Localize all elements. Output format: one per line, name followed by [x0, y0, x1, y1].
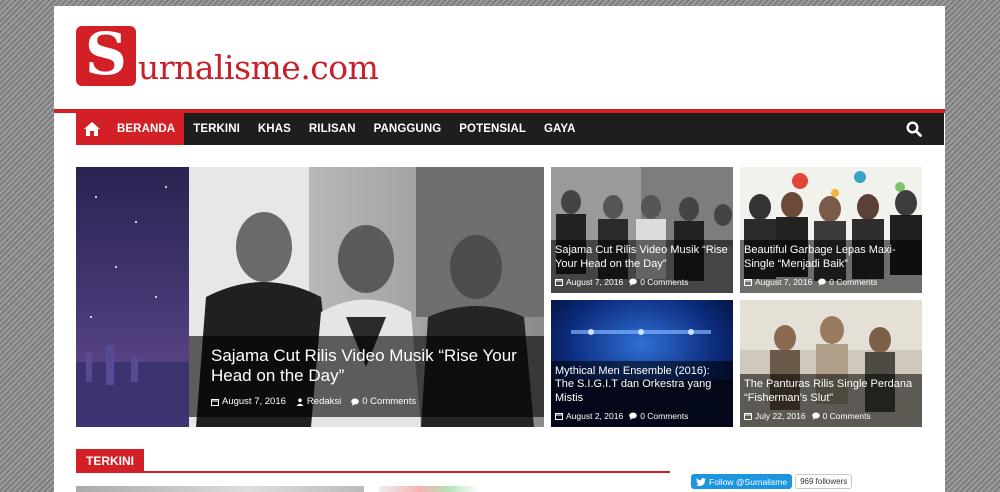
calendar-icon: [211, 398, 219, 406]
featured-side-1-caption: Sajama Cut Rilis Video Musik “Rise Your …: [551, 240, 733, 293]
featured-side-2[interactable]: Beautiful Garbage Lepas Maxi-Single “Men…: [740, 167, 922, 293]
nav-item-panggung[interactable]: PANGGUNG: [365, 113, 451, 145]
search-icon: [906, 121, 922, 137]
post-comments[interactable]: 0 Comments: [629, 411, 688, 421]
site-logo[interactable]: S urnalisme.com: [76, 20, 379, 88]
logo-letter: S: [85, 20, 127, 88]
comment-icon: [818, 278, 826, 286]
logo-mark: S: [76, 20, 136, 88]
featured-main-caption: Sajama Cut Rilis Video Musik “Rise Your …: [189, 336, 544, 417]
featured-side-4-title[interactable]: The Panturas Rilis Single Perdana “Fishe…: [744, 378, 918, 405]
featured-side-3-caption: Mythical Men Ensemble (2016): The S.I.G.…: [551, 360, 733, 427]
comment-icon: [811, 412, 820, 420]
featured-side-1[interactable]: Sajama Cut Rilis Video Musik “Rise Your …: [551, 167, 733, 293]
post-date[interactable]: July 22, 2016: [744, 411, 806, 421]
twitter-follow-button[interactable]: Follow @Surnalisme: [691, 474, 793, 489]
post-date[interactable]: August 7, 2016: [744, 277, 812, 287]
featured-side-3[interactable]: Mythical Men Ensemble (2016): The S.I.G.…: [551, 300, 733, 427]
main-nav: BERANDA TERKINI KHAS RILISAN PANGGUNG PO…: [76, 113, 944, 145]
post-comments[interactable]: 0 Comments: [351, 396, 416, 407]
featured-side-4[interactable]: The Panturas Rilis Single Perdana “Fishe…: [740, 300, 922, 427]
featured-side-3-meta: August 2, 2016 0 Comments: [555, 411, 729, 421]
post-comments[interactable]: 0 Comments: [811, 411, 871, 421]
logo-text: urnalisme.com: [138, 48, 379, 87]
search-button[interactable]: [904, 119, 924, 139]
nav-item-gaya[interactable]: GAYA: [535, 113, 585, 145]
featured-side-1-title[interactable]: Sajama Cut Rilis Video Musik “Rise Your …: [555, 244, 729, 271]
nav-item-potensial[interactable]: POTENSIAL: [450, 113, 535, 145]
home-icon: [84, 122, 100, 136]
featured-side-4-caption: The Panturas Rilis Single Perdana “Fishe…: [740, 374, 922, 427]
article-thumbnail[interactable]: [379, 486, 479, 492]
article-thumbnail[interactable]: [76, 486, 364, 492]
post-comments[interactable]: 0 Comments: [629, 277, 688, 287]
page: S urnalisme.com BERANDA TERKINI KHAS RIL…: [54, 6, 945, 492]
featured-side-2-meta: August 7, 2016 0 Comments: [744, 277, 918, 287]
featured-main-title[interactable]: Sajama Cut Rilis Video Musik “Rise Your …: [211, 346, 532, 386]
twitter-icon: [696, 477, 706, 486]
home-button[interactable]: [76, 113, 108, 145]
nav-item-rilisan[interactable]: RILISAN: [300, 113, 365, 145]
section-header-terkini: TERKINI: [76, 449, 670, 473]
comment-icon: [351, 398, 360, 406]
featured-side-3-title[interactable]: Mythical Men Ensemble (2016): The S.I.G.…: [555, 365, 729, 406]
user-icon: [296, 398, 304, 406]
featured-side-1-meta: August 7, 2016 0 Comments: [555, 277, 729, 287]
post-date[interactable]: August 2, 2016: [555, 411, 623, 421]
nav-item-beranda[interactable]: BERANDA: [108, 113, 185, 145]
calendar-icon: [555, 413, 563, 420]
comment-icon: [629, 412, 637, 420]
nav-item-terkini[interactable]: TERKINI: [184, 113, 249, 145]
calendar-icon: [744, 279, 752, 286]
featured-side-2-caption: Beautiful Garbage Lepas Maxi-Single “Men…: [740, 240, 922, 293]
featured-side-4-meta: July 22, 2016 0 Comments: [744, 411, 918, 421]
calendar-icon: [555, 279, 563, 286]
post-comments[interactable]: 0 Comments: [818, 277, 877, 287]
featured-main[interactable]: Sajama Cut Rilis Video Musik “Rise Your …: [76, 167, 544, 427]
comment-icon: [629, 278, 637, 286]
featured-main-meta: August 7, 2016 Redaksi 0 Comments: [211, 396, 532, 407]
calendar-icon: [744, 413, 752, 420]
featured-side-2-title[interactable]: Beautiful Garbage Lepas Maxi-Single “Men…: [744, 244, 918, 271]
post-author[interactable]: Redaksi: [296, 396, 341, 407]
section-title: TERKINI: [76, 449, 144, 473]
post-date[interactable]: August 7, 2016: [555, 277, 623, 287]
nav-item-khas[interactable]: KHAS: [249, 113, 300, 145]
twitter-followers-count: 969 followers: [795, 474, 853, 489]
twitter-follow-widget: Follow @Surnalisme 969 followers: [691, 474, 853, 489]
post-date[interactable]: August 7, 2016: [211, 396, 286, 407]
